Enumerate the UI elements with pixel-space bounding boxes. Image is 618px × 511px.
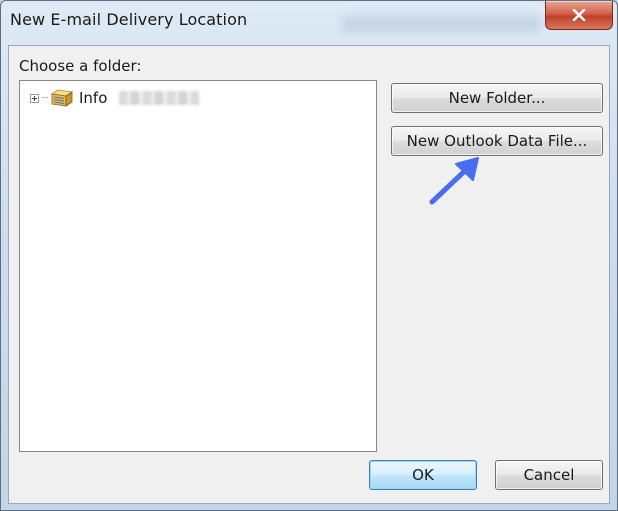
tree-connector (42, 97, 48, 99)
folder-tree[interactable]: Info (19, 80, 377, 452)
new-outlook-data-file-button[interactable]: New Outlook Data File... (391, 126, 603, 156)
tree-item-label: Info (79, 89, 108, 107)
ok-button[interactable]: OK (369, 460, 477, 490)
expand-plus-icon[interactable] (30, 93, 39, 103)
title-bar[interactable]: New E-mail Delivery Location (1, 1, 617, 41)
cancel-button[interactable]: Cancel (495, 460, 603, 490)
dialog-client-area: Choose a folder: Info New Folder... New … (8, 45, 610, 504)
tree-item-info[interactable]: Info (30, 87, 200, 109)
dialog-window: New E-mail Delivery Location Choose a fo… (0, 0, 618, 511)
window-title: New E-mail Delivery Location (10, 10, 248, 29)
data-file-folder-icon (50, 89, 73, 107)
annotation-arrow-icon (429, 157, 479, 205)
new-folder-button[interactable]: New Folder... (391, 83, 603, 113)
close-button[interactable] (545, 1, 613, 30)
choose-folder-label: Choose a folder: (19, 57, 142, 75)
redacted-account-name (119, 91, 200, 105)
close-icon (572, 9, 586, 21)
background-blur (341, 15, 541, 33)
